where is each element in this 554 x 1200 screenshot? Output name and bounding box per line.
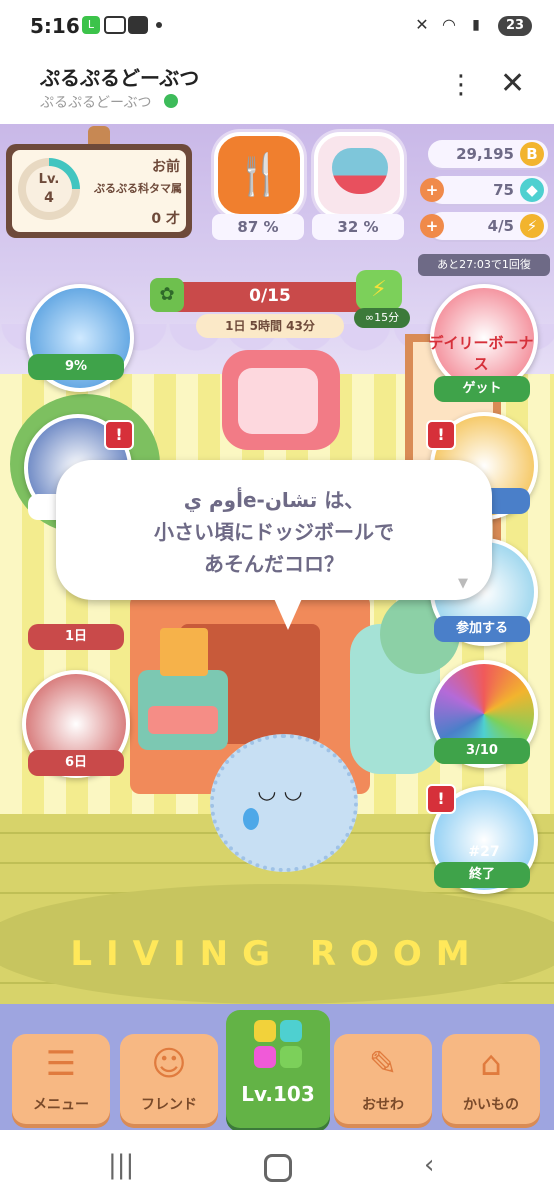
pet-species: ぷるぷる科タマ属: [94, 182, 182, 195]
energy-recover-tip: あと27:03で1回復: [418, 254, 550, 276]
close-icon[interactable]: ✕: [500, 66, 525, 101]
fork-spoon-icon: 🍴: [234, 152, 284, 198]
signal-icon: ▮: [472, 17, 480, 33]
chef-widget-label: 6日: [28, 750, 124, 776]
app-subtitle: ぷるぷるどーぶつ: [40, 95, 152, 111]
more-options-icon[interactable]: ⋮: [448, 70, 474, 100]
speech-bubble-tail: [272, 594, 304, 630]
pet-face: ◡ ◡: [257, 779, 303, 804]
care-label: おせわ: [362, 1097, 404, 1113]
status-time: 5:16: [30, 14, 80, 38]
menu-label: メニュー: [33, 1097, 89, 1113]
shop-icon: ⌂: [480, 1044, 502, 1084]
race-alert-icon: !: [426, 784, 456, 814]
speech-line-2: 小さい頃にドッジボールで: [154, 520, 394, 544]
blocks-icon: [254, 1020, 302, 1068]
home-icon[interactable]: [264, 1154, 292, 1182]
race-widget-label: 終了: [434, 862, 530, 888]
feed-button[interactable]: 🍴: [214, 132, 304, 218]
books: [160, 628, 208, 676]
race-badge: #27: [468, 844, 500, 860]
level-label: Lv.: [38, 172, 60, 187]
table-drawer: [148, 706, 218, 734]
rocket-alert-icon: !: [104, 420, 134, 450]
join-widget-label: 参加する: [434, 616, 530, 642]
wifi-icon: ◠: [442, 15, 456, 34]
lightning-icon: ⚡: [520, 214, 544, 238]
coin-value: 29,195: [456, 145, 514, 163]
notification-dot-icon: [156, 22, 162, 28]
app-title: ぷるぷるどーぶつ: [40, 66, 200, 90]
status-bar: 5:16 L ✕ ◠ ▮ 23: [0, 0, 554, 52]
food-percent: 87 %: [212, 214, 304, 240]
verified-icon: [164, 94, 178, 108]
back-icon[interactable]: ‹: [424, 1150, 434, 1180]
level-value: 4: [44, 190, 54, 206]
crown-alert-icon: !: [426, 420, 456, 450]
tear-icon: [243, 808, 259, 830]
gacha-widget-label: 3/10: [434, 738, 530, 764]
water-widget-label: 9%: [28, 354, 124, 380]
speech-line-1: أوم يe-تشان は、: [183, 488, 365, 512]
event-widget-label: 1日: [28, 624, 124, 650]
friend-label: フレンド: [141, 1097, 197, 1113]
energy-value: 4/5: [487, 217, 514, 235]
gem-value: 75: [493, 181, 514, 199]
coin-icon: B: [520, 142, 544, 166]
event-progress: 0/15: [249, 286, 291, 306]
brush-icon: ✎: [368, 1044, 398, 1084]
paw-icon: ✿: [150, 278, 184, 312]
battery-icon: 23: [498, 16, 532, 36]
pet-owner: お前: [152, 159, 180, 175]
gem-icon: ◆: [520, 178, 544, 202]
love-percent: 32 %: [312, 214, 404, 240]
daily-bonus-label: ゲット: [434, 376, 530, 402]
mute-icon: ✕: [415, 15, 429, 34]
app-bar: ぷるぷるどーぶつ ぷるぷるどーぶつ ⋮ ✕: [0, 52, 554, 125]
line-icon: L: [82, 16, 100, 34]
event-time-left: 1日 5時間 43分: [225, 319, 315, 333]
tv-screen: [238, 368, 318, 434]
daily-bonus-title: デイリーボーナス: [428, 334, 534, 373]
energy-event-icon[interactable]: ⚡: [356, 270, 402, 310]
continue-arrow-icon: ▼: [458, 576, 468, 591]
recent-apps-icon[interactable]: |||: [108, 1150, 134, 1180]
menu-icon: ☰: [45, 1044, 77, 1084]
energy-timer: ∞15分: [354, 308, 410, 328]
shop-label: かいもの: [463, 1097, 519, 1113]
pet-age: 0 才: [151, 211, 180, 227]
screenshot-icon: [104, 16, 126, 34]
collection-level-label: Lv.103: [241, 1082, 315, 1106]
room-name: LIVING ROOM: [70, 934, 484, 974]
friends-icon: ☺: [151, 1044, 187, 1084]
message-icon: [128, 16, 148, 34]
game-canvas[interactable]: LIVING ROOM ◡ ◡ Lv. 4 お前 ぷるぷる科タマ属 0 才 🍴 …: [0, 124, 554, 1130]
system-nav-bar: ||| ‹: [0, 1130, 554, 1200]
speech-line-3: あそんだコロ？: [204, 552, 344, 576]
